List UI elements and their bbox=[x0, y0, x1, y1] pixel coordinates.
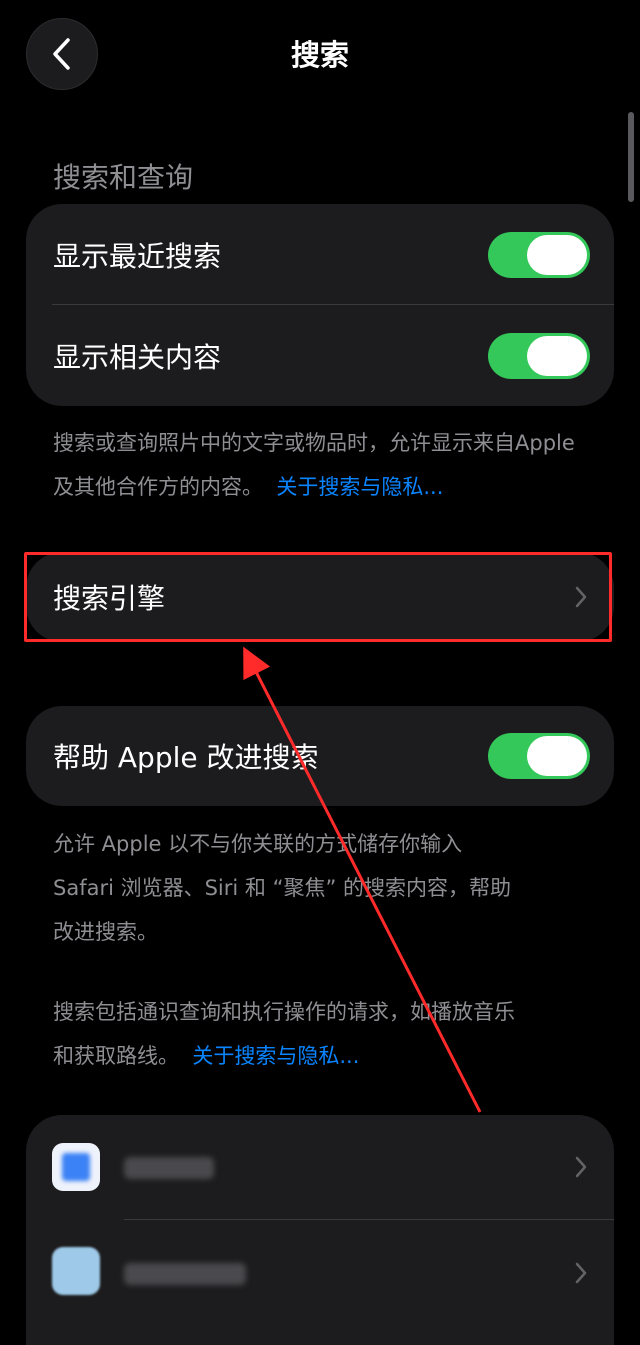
improve-footnote: 允许 Apple 以不与你关联的方式储存你输入 Safari 浏览器、Siri … bbox=[53, 822, 593, 954]
page-title: 搜索 bbox=[290, 38, 349, 72]
improve-search-toggle[interactable] bbox=[488, 733, 590, 779]
app-icon bbox=[52, 1143, 100, 1191]
improve-privacy-link[interactable]: 关于搜索与隐私... bbox=[192, 1044, 359, 1068]
improve-search-row: 帮助 Apple 改进搜索 bbox=[26, 706, 614, 806]
improve-footnote-line: 改进搜索。 bbox=[53, 920, 158, 944]
annotation-highlight-box bbox=[24, 552, 612, 642]
improve-footnote-2: 搜索包括通识查询和执行操作的请求，如播放音乐 和获取路线。 关于搜索与隐私... bbox=[53, 990, 593, 1078]
show-related-content-label: 显示相关内容 bbox=[53, 340, 222, 374]
show-related-content-toggle[interactable] bbox=[488, 332, 590, 379]
improve-footnote-2-line2: 和获取路线。 关于搜索与隐私... bbox=[53, 1034, 593, 1078]
show-recent-searches-toggle[interactable] bbox=[488, 231, 590, 278]
improve-search-label: 帮助 Apple 改进搜索 bbox=[53, 741, 319, 774]
toggle-knob bbox=[527, 335, 587, 376]
search-footnote: 搜索或查询照片中的文字或物品时，允许显示来自Apple 及其他合作方的内容。 关… bbox=[53, 421, 593, 509]
improve-search-card: 帮助 Apple 改进搜索 bbox=[26, 706, 614, 806]
improve-footnote-2-line: 搜索包括通识查询和执行操作的请求，如播放音乐 bbox=[53, 1000, 515, 1024]
toggle-knob bbox=[527, 234, 587, 275]
app-row[interactable] bbox=[26, 1219, 614, 1323]
improve-footnote-line: Safari 浏览器、Siri 和 “聚焦” 的搜索内容，帮助 bbox=[53, 876, 512, 900]
toggle-knob bbox=[527, 736, 587, 776]
improve-footnote-2-text: 和获取路线。 bbox=[53, 1044, 179, 1068]
section-header-search: 搜索和查询 bbox=[53, 161, 194, 194]
apps-list-card bbox=[26, 1115, 614, 1345]
show-related-content-row: 显示相关内容 bbox=[26, 305, 614, 406]
app-row[interactable] bbox=[26, 1115, 614, 1219]
chevron-right-icon bbox=[575, 1262, 587, 1284]
show-recent-searches-label: 显示最近搜索 bbox=[53, 239, 222, 273]
scrollbar[interactable] bbox=[628, 112, 634, 202]
show-recent-searches-row: 显示最近搜索 bbox=[26, 204, 614, 305]
improve-footnote-line: 允许 Apple 以不与你关联的方式储存你输入 bbox=[53, 832, 463, 856]
chevron-right-icon bbox=[575, 1156, 587, 1178]
app-icon bbox=[52, 1247, 100, 1295]
blurred-app-name bbox=[124, 1157, 214, 1179]
search-options-card: 显示最近搜索 显示相关内容 bbox=[26, 204, 614, 406]
search-privacy-link[interactable]: 关于搜索与隐私... bbox=[276, 475, 443, 499]
annotation-arrow bbox=[243, 646, 482, 1113]
blurred-app-name bbox=[124, 1263, 246, 1285]
